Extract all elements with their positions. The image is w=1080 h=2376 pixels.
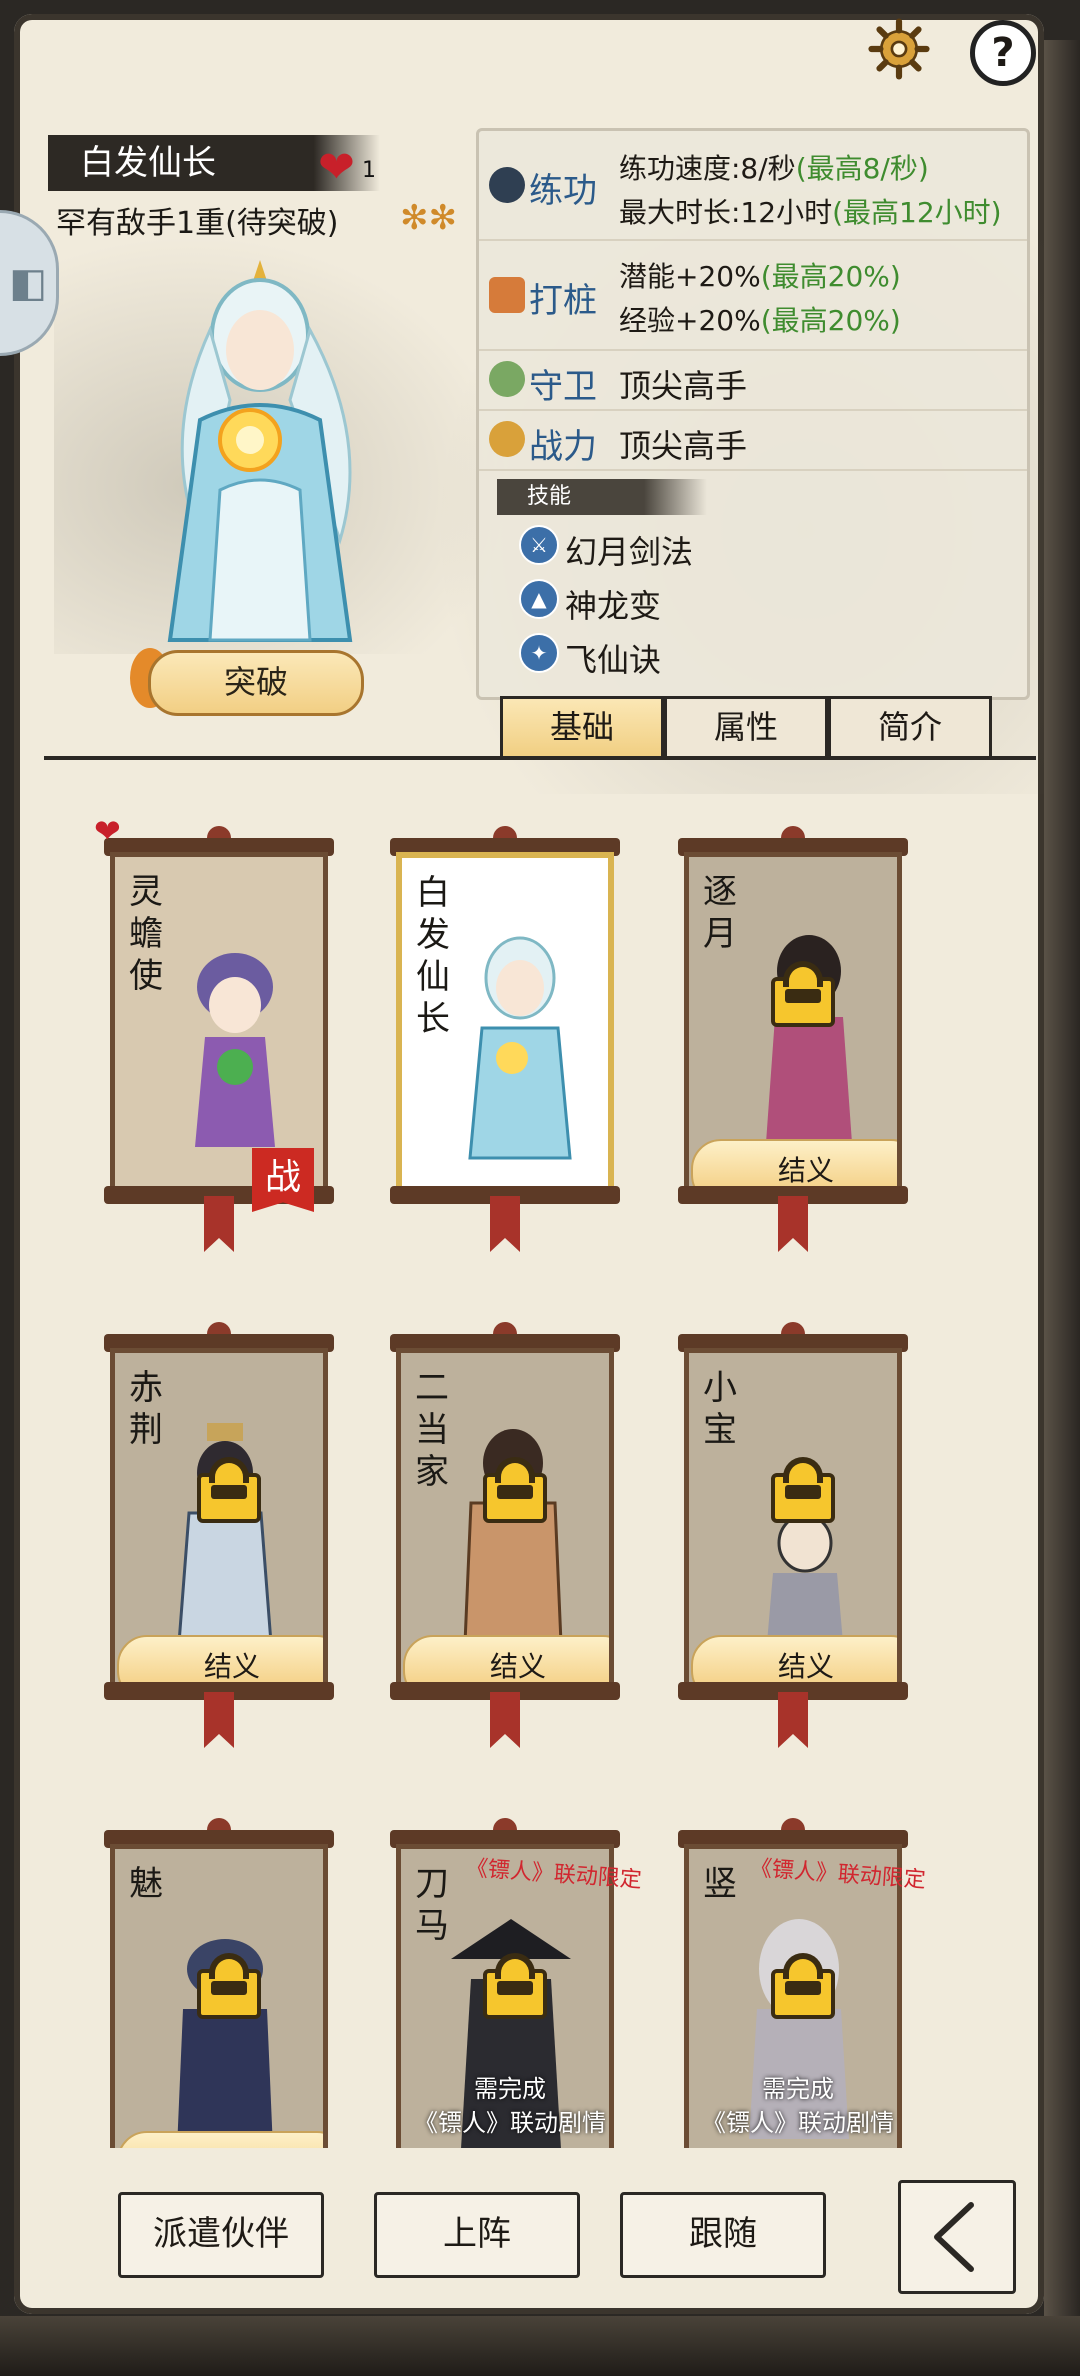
companion-card[interactable]: 灵蟾使 ❤ 战	[94, 812, 334, 1252]
companion-name: 竖	[703, 1864, 737, 1904]
stat-row-power: 战力 顶尖高手	[479, 411, 1027, 471]
section-divider	[44, 756, 1036, 760]
sworn-bond-button[interactable]: 结义	[691, 1139, 897, 1187]
running-man-icon	[489, 167, 525, 203]
dragon-skill-icon: ▲	[519, 579, 559, 619]
requirement-text: 《镖人》联动剧情	[702, 2109, 894, 2137]
skills-heading: 技能	[497, 479, 707, 515]
stat-power-value: 顶尖高手	[619, 427, 748, 465]
companion-name: 灵蟾使	[129, 872, 163, 996]
hero-portrait	[167, 260, 353, 642]
companion-card[interactable]: 魅 结义	[104, 1818, 334, 2148]
companion-card[interactable]: 二当家 结义	[390, 1322, 620, 1748]
companion-figure	[468, 936, 572, 1160]
affinity-heart-icon: ❤	[318, 142, 355, 193]
hero-name: 白发仙长	[80, 143, 216, 183]
immortal-skill-icon: ✦	[519, 633, 559, 673]
stat-stake-line1: 潜能+20%(最高20%)	[619, 260, 901, 293]
sword-skill-icon: ⚔	[519, 525, 559, 565]
sworn-bond-button[interactable]: 结义	[691, 1635, 897, 1683]
lock-icon	[483, 1457, 547, 1523]
hero-rank: 罕有敌手1重(待突破)	[56, 206, 339, 241]
companion-name: 逐月	[703, 872, 737, 954]
requirement-text: 需完成	[762, 2075, 834, 2103]
companion-card[interactable]: 白发仙长	[390, 826, 620, 1252]
companion-name: 二当家	[415, 1368, 449, 1492]
stat-row-guard: 守卫 顶尖高手	[479, 351, 1027, 411]
stat-row-train: 练功 练功速度:8/秒(最高8/秒) 最大时长:12小时(最高12小时)	[479, 131, 1027, 241]
stat-train-line2: 最大时长:12小时(最高12小时)	[619, 196, 1002, 229]
stat-label-guard: 守卫	[529, 367, 597, 407]
lock-icon	[197, 1457, 261, 1523]
stat-label-stake: 打桩	[529, 281, 597, 321]
lock-icon	[771, 1457, 835, 1523]
lock-icon	[197, 1953, 261, 2019]
follow-button[interactable]: 跟随	[620, 2192, 826, 2278]
companion-card[interactable]: 逐月 结义	[678, 826, 908, 1252]
skill-item[interactable]: ✦ 飞仙诀	[519, 633, 661, 681]
requirement-text: 需完成	[474, 2075, 546, 2103]
back-button[interactable]	[898, 2180, 1016, 2294]
stat-label-power: 战力	[529, 427, 597, 467]
book-spine	[1044, 40, 1080, 2360]
lock-icon	[771, 1953, 835, 2019]
lock-icon	[483, 1953, 547, 2019]
tab-basic[interactable]: 基础	[500, 696, 664, 760]
affinity-count: 1	[362, 158, 376, 183]
companion-name: 小宝	[703, 1368, 737, 1450]
companion-name: 赤荆	[129, 1368, 163, 1450]
companion-figure	[177, 1423, 273, 1645]
tab-attributes[interactable]: 属性	[664, 696, 828, 760]
sworn-bond-button[interactable]: 结义	[117, 2131, 323, 2148]
crossed-swords-icon	[489, 421, 525, 457]
info-panel: 练功 练功速度:8/秒(最高8/秒) 最大时长:12小时(最高12小时) 打桩 …	[476, 128, 1030, 700]
companion-figure	[463, 1429, 563, 1645]
guard-icon	[489, 361, 525, 397]
companion-name: 魅	[129, 1864, 163, 1904]
stat-train-line1: 练功速度:8/秒(最高8/秒)	[619, 152, 929, 185]
skill-item[interactable]: ⚔ 幻月剑法	[519, 525, 693, 573]
companion-name: 白发仙长	[416, 873, 450, 1039]
book-bottom-edge	[0, 2316, 1080, 2376]
stat-row-stake: 打桩 潜能+20%(最高20%) 经验+20%(最高20%)	[479, 241, 1027, 351]
help-button[interactable]: ?	[970, 20, 1036, 86]
tab-intro[interactable]: 简介	[828, 696, 992, 760]
gear-icon	[868, 18, 930, 80]
wooden-stake-icon	[489, 277, 525, 313]
companion-card[interactable]: 小宝 结义	[678, 1322, 908, 1748]
stat-guard-value: 顶尖高手	[619, 367, 748, 405]
scroll-icon: ◧	[9, 260, 47, 306]
stat-label-train: 练功	[529, 171, 597, 211]
settings-button[interactable]	[868, 18, 930, 80]
companion-card[interactable]: 赤荆 结义	[104, 1322, 334, 1748]
lock-icon	[771, 961, 835, 1027]
dispatch-companion-button[interactable]: 派遣伙伴	[118, 2192, 324, 2278]
skill-item[interactable]: ▲ 神龙变	[519, 579, 661, 627]
sworn-bond-button[interactable]: 结义	[117, 1635, 323, 1683]
stat-stake-line2: 经验+20%(最高20%)	[619, 304, 901, 337]
sworn-bond-button[interactable]: 结义	[403, 1635, 609, 1683]
rank-gears-icon: ✻✻	[400, 198, 457, 238]
deploy-button[interactable]: 上阵	[374, 2192, 580, 2278]
bottom-action-bar: 派遣伙伴 上阵 跟随	[0, 2180, 1080, 2294]
question-icon: ?	[991, 30, 1015, 76]
chevron-left-icon	[934, 2202, 974, 2272]
favorite-heart-icon: ❤	[94, 812, 121, 850]
breakthrough-button[interactable]: 突破	[148, 650, 364, 716]
requirement-text: 《镖人》联动剧情	[414, 2109, 606, 2137]
